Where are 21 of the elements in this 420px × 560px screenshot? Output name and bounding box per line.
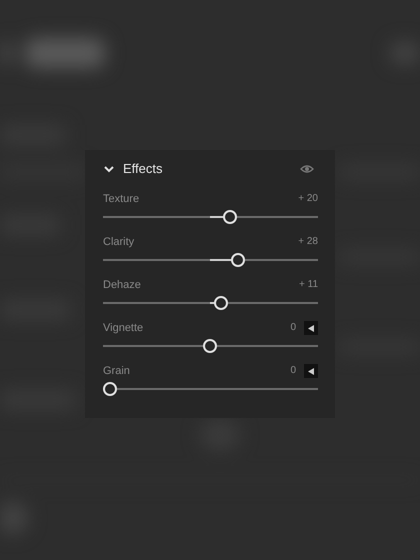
slider-thumb[interactable] <box>203 339 217 353</box>
slider-thumb[interactable] <box>103 382 117 396</box>
expand-button[interactable] <box>304 321 318 335</box>
expand-button[interactable] <box>304 364 318 378</box>
slider-value: 0 <box>290 364 296 378</box>
triangle-icon <box>308 324 314 332</box>
slider-value: 0 <box>290 321 296 335</box>
slider-label: Grain <box>103 364 130 378</box>
slider-label: Dehaze <box>103 278 141 292</box>
slider-value: + 28 <box>298 235 318 249</box>
slider-label: Clarity <box>103 235 134 249</box>
slider-label: Texture <box>103 192 140 206</box>
eye-icon[interactable] <box>300 164 314 174</box>
slider-thumb[interactable] <box>214 296 228 310</box>
panel-title: Effects <box>123 160 163 178</box>
slider-thumb[interactable] <box>223 210 237 224</box>
slider-thumb[interactable] <box>231 253 245 267</box>
slider-value: + 20 <box>298 192 318 206</box>
triangle-icon <box>308 368 314 374</box>
slider-label: Vignette <box>103 321 144 335</box>
slider-value: + 11 <box>299 278 318 292</box>
